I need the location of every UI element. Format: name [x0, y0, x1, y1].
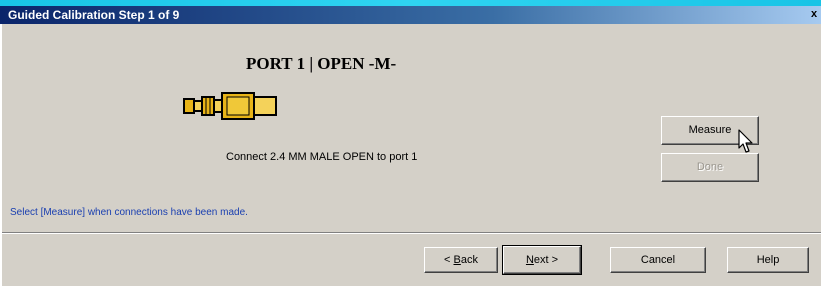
- help-button-label: Help: [756, 254, 780, 266]
- dialog-titlebar[interactable]: Guided Calibration Step 1 of 9 x: [0, 6, 821, 24]
- done-button-label: Done: [696, 161, 724, 173]
- back-button[interactable]: < Back: [424, 247, 498, 273]
- next-mnemonic: N: [525, 254, 534, 266]
- mouse-cursor-icon: [738, 129, 753, 153]
- measure-hint: Select [Measure] when connections have b…: [10, 207, 248, 218]
- close-icon[interactable]: x: [809, 7, 819, 21]
- back-prefix: <: [444, 254, 454, 266]
- help-button[interactable]: Help: [727, 247, 809, 273]
- connection-instruction: Connect 2.4 MM MALE OPEN to port 1: [226, 151, 418, 163]
- measure-button-label: Measure: [688, 124, 732, 136]
- step-heading: PORT 1 | OPEN -M-: [246, 54, 397, 73]
- back-label-rest: ack: [460, 254, 478, 266]
- button-separator: [2, 232, 821, 234]
- back-mnemonic: B: [453, 254, 461, 266]
- next-button[interactable]: Next >: [502, 245, 582, 275]
- dialog-title: Guided Calibration Step 1 of 9: [8, 8, 180, 22]
- next-suffix: >: [548, 254, 559, 266]
- cancel-button-label: Cancel: [640, 254, 676, 266]
- cancel-button[interactable]: Cancel: [610, 247, 706, 273]
- connector-icon: [183, 92, 277, 120]
- next-label-rest: ext: [533, 254, 549, 266]
